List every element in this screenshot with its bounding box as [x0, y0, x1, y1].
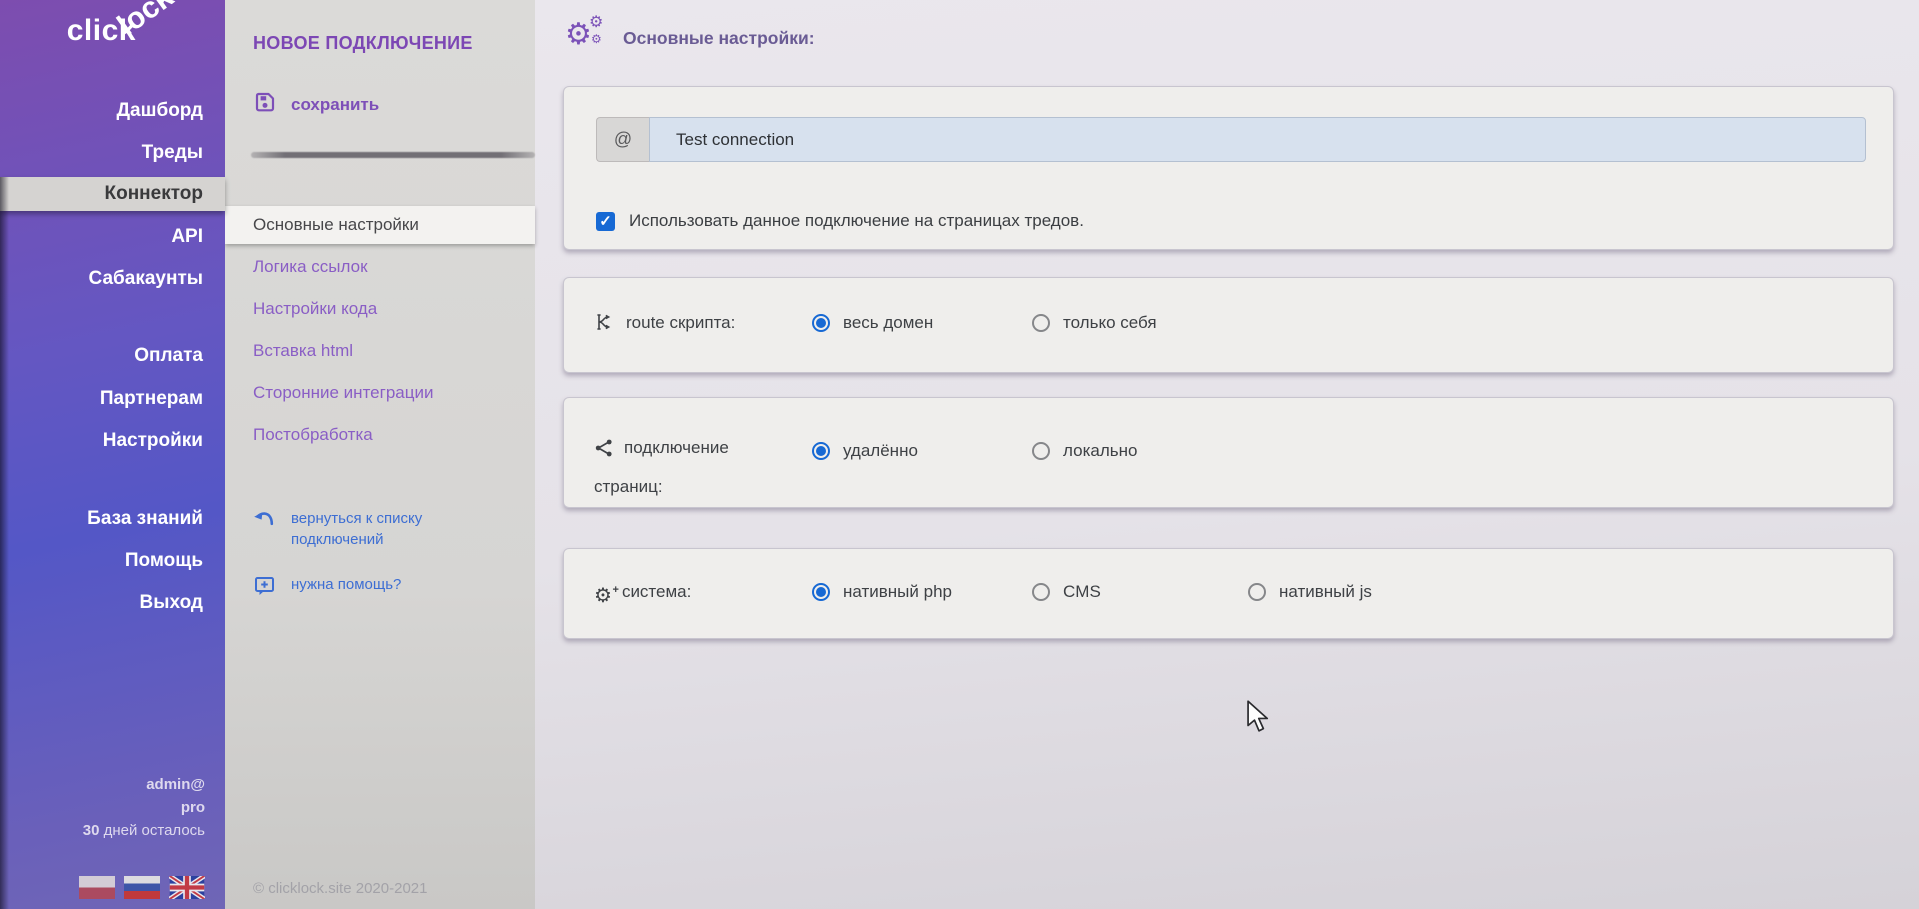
save-button[interactable]: сохранить	[253, 90, 379, 119]
checked-checkbox[interactable]: ✓	[596, 212, 615, 231]
pages-label: подключение страниц:	[594, 438, 729, 496]
radio-option-label: нативный js	[1279, 582, 1372, 602]
polish-flag-icon[interactable]	[79, 876, 115, 899]
script-route-card: route скрипта: весь домен только себя	[563, 277, 1894, 373]
radio-option-cms[interactable]: CMS	[1032, 575, 1101, 609]
save-button-label: сохранить	[291, 95, 379, 115]
section-title: Основные настройки:	[623, 28, 815, 49]
undo-arrow-icon	[253, 508, 277, 536]
sidebar-item-partners[interactable]: Партнерам	[0, 384, 225, 414]
connection-name-card: @ ✓ Использовать данное подключение на с…	[563, 86, 1894, 250]
sidebar-item-settings[interactable]: Настройки	[0, 426, 225, 456]
radio-selected-icon	[812, 314, 830, 332]
sidebar-item-help[interactable]: Помощь	[0, 546, 225, 576]
sidebar-item-payment[interactable]: Оплата	[0, 341, 225, 371]
sidebar-item-api[interactable]: API	[0, 222, 225, 252]
radio-option-whole-domain[interactable]: весь домен	[812, 306, 933, 340]
primary-sidebar: clicklock Дашборд Треды Коннектор API Са…	[0, 0, 225, 909]
back-to-list-link[interactable]: вернуться к списку подключений	[253, 508, 471, 550]
checkbox-label: Использовать данное подключение на стран…	[629, 211, 1084, 231]
window-edge-shadow	[0, 177, 9, 909]
radio-selected-icon	[812, 442, 830, 460]
radio-unselected-icon	[1248, 583, 1266, 601]
sidebar-item-logout[interactable]: Выход	[0, 588, 225, 618]
copyright-footer: © clicklock.site 2020-2021	[253, 880, 427, 897]
russian-flag-icon[interactable]	[124, 876, 160, 899]
pages-connection-card: подключение страниц: удалённо локально	[563, 397, 1894, 508]
connection-panel: НОВОЕ ПОДКЛЮЧЕНИЕ сохранить Основные нас…	[225, 0, 535, 909]
sidebar-item-connector[interactable]: Коннектор	[0, 177, 225, 211]
days-text: дней осталось	[99, 822, 205, 839]
account-email: admin@	[146, 776, 205, 793]
use-on-threads-row[interactable]: ✓ Использовать данное подключение на стр…	[596, 211, 1084, 231]
system-card: ⚙+ система: нативный php CMS нативный js	[563, 548, 1894, 639]
panel-title: НОВОЕ ПОДКЛЮЧЕНИЕ	[253, 33, 473, 54]
radio-option-label: локально	[1063, 441, 1137, 461]
settings-gears-icon: ⚙⚙⚙	[565, 20, 607, 56]
system-label: система:	[622, 582, 691, 601]
need-help-label: нужна помощь?	[291, 574, 471, 595]
panel-item-postprocessing[interactable]: Постобработка	[225, 415, 535, 455]
need-help-link[interactable]: нужна помощь?	[253, 574, 471, 604]
mouse-cursor	[1246, 700, 1272, 739]
radio-option-native-js[interactable]: нативный js	[1248, 575, 1372, 609]
route-label: route скрипта:	[626, 313, 735, 332]
english-flag-icon[interactable]	[169, 876, 205, 899]
sidebar-item-knowledge-base[interactable]: База знаний	[0, 504, 225, 534]
gear-plus-icon: ⚙+	[594, 586, 612, 606]
radio-unselected-icon	[1032, 442, 1050, 460]
radio-option-label: только себя	[1063, 313, 1157, 333]
days-number: 30	[83, 822, 100, 839]
account-days-left: 30 дней осталось	[83, 822, 205, 839]
radio-option-label: удалённо	[843, 441, 918, 461]
clicklock-logo[interactable]: clicklock	[67, 14, 195, 48]
panel-item-html-insert[interactable]: Вставка html	[225, 331, 535, 371]
radio-selected-icon	[812, 583, 830, 601]
branch-split-icon	[594, 311, 616, 345]
radio-unselected-icon	[1032, 583, 1050, 601]
comment-plus-icon	[253, 574, 277, 604]
panel-item-general-settings[interactable]: Основные настройки	[225, 206, 535, 244]
radio-option-label: нативный php	[843, 582, 952, 602]
panel-divider	[251, 152, 535, 158]
radio-option-label: CMS	[1063, 582, 1101, 602]
sidebar-item-subaccounts[interactable]: Сабакаунты	[0, 264, 225, 294]
save-icon	[253, 90, 277, 119]
at-sign-prefix: @	[596, 117, 649, 162]
connection-name-input[interactable]	[649, 117, 1866, 162]
back-to-list-label: вернуться к списку подключений	[291, 508, 471, 550]
account-plan: pro	[181, 799, 205, 816]
radio-option-label: весь домен	[843, 313, 933, 333]
radio-option-native-php[interactable]: нативный php	[812, 575, 952, 609]
panel-item-integrations[interactable]: Сторонние интеграции	[225, 373, 535, 413]
radio-option-local[interactable]: локально	[1032, 434, 1137, 468]
app-window: clicklock Дашборд Треды Коннектор API Са…	[0, 0, 1919, 909]
main-content: ⚙⚙⚙ Основные настройки: @ ✓ Использовать…	[535, 0, 1919, 909]
radio-option-only-self[interactable]: только себя	[1032, 306, 1157, 340]
sidebar-item-threads[interactable]: Треды	[0, 138, 225, 168]
radio-option-remote[interactable]: удалённо	[812, 434, 918, 468]
panel-item-code-settings[interactable]: Настройки кода	[225, 289, 535, 329]
radio-unselected-icon	[1032, 314, 1050, 332]
share-icon	[594, 436, 614, 470]
sidebar-item-dashboard[interactable]: Дашборд	[0, 96, 225, 126]
panel-item-link-logic[interactable]: Логика ссылок	[225, 247, 535, 287]
